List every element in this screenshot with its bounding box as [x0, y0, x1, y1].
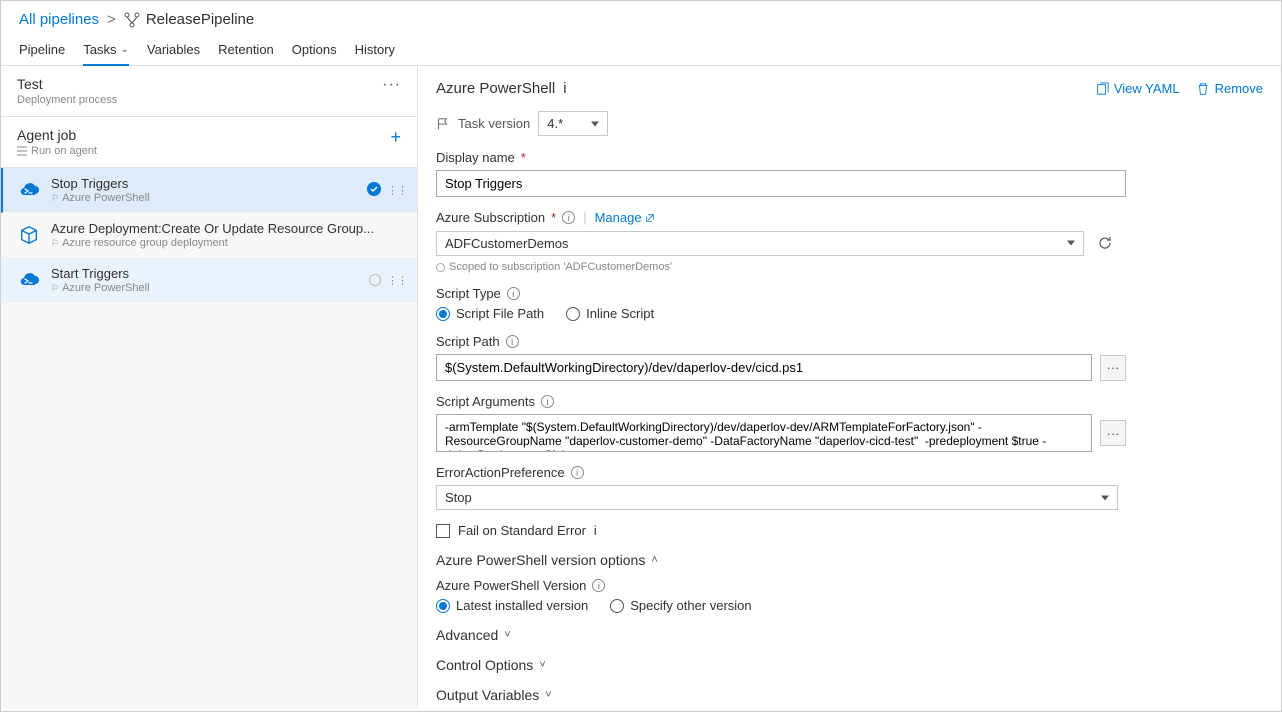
- stage-sub: Deployment process: [17, 94, 117, 106]
- radio-specify-version[interactable]: Specify other version: [610, 598, 751, 613]
- drag-handle[interactable]: ⋮⋮: [387, 274, 407, 287]
- chevron-down-icon: ˅: [539, 659, 545, 671]
- check-icon: [367, 182, 381, 199]
- info-icon[interactable]: i: [541, 395, 554, 408]
- task-sub: ⚐Azure PowerShell: [51, 192, 367, 204]
- browse-button[interactable]: ···: [1100, 355, 1126, 381]
- error-pref-label: ErrorActionPreference: [436, 465, 565, 480]
- tab-tasks[interactable]: Tasks⌄: [83, 36, 129, 65]
- job-sub: Run on agent: [17, 145, 97, 157]
- status-ring-icon: [369, 274, 381, 286]
- manage-link[interactable]: Manage: [595, 210, 655, 225]
- task-name: Azure Deployment:Create Or Update Resour…: [51, 221, 407, 236]
- info-icon[interactable]: i: [592, 579, 605, 592]
- add-task-button[interactable]: +: [390, 127, 401, 148]
- fail-on-stderr-checkbox[interactable]: [436, 524, 450, 538]
- info-icon[interactable]: i: [563, 80, 566, 97]
- panel-title: Azure PowerShell i: [436, 80, 567, 97]
- subscription-label: Azure Subscription: [436, 210, 545, 225]
- breadcrumb-all-pipelines[interactable]: All pipelines: [19, 11, 99, 28]
- trash-icon: [1196, 82, 1210, 96]
- section-control-options[interactable]: Control Options˅: [436, 657, 1263, 673]
- section-version-options[interactable]: Azure PowerShell version options˄: [436, 552, 1263, 568]
- task-row-azure-deployment[interactable]: Azure Deployment:Create Or Update Resour…: [1, 213, 417, 258]
- radio-script-file-path[interactable]: Script File Path: [436, 306, 544, 321]
- script-args-input[interactable]: [436, 414, 1092, 452]
- tab-variables[interactable]: Variables: [147, 36, 200, 65]
- script-type-label: Script Type: [436, 286, 501, 301]
- copy-icon: [1095, 82, 1109, 96]
- radio-latest-version[interactable]: Latest installed version: [436, 598, 588, 613]
- subscription-select[interactable]: ADFCustomerDemos: [436, 231, 1084, 256]
- section-advanced[interactable]: Advanced˅: [436, 627, 1263, 643]
- script-path-label: Script Path: [436, 334, 500, 349]
- error-pref-select[interactable]: Stop: [436, 485, 1118, 510]
- powershell-icon: [17, 268, 41, 292]
- stage-menu-button[interactable]: ···: [382, 76, 401, 94]
- display-name-input[interactable]: [436, 170, 1126, 197]
- task-row-start-triggers[interactable]: Start Triggers ⚐Azure PowerShell ⋮⋮: [1, 258, 417, 303]
- remove-button[interactable]: Remove: [1196, 81, 1263, 96]
- browse-button[interactable]: ···: [1100, 420, 1126, 446]
- pipeline-icon: [124, 12, 140, 28]
- view-yaml-button[interactable]: View YAML: [1095, 81, 1180, 96]
- task-sub: ⚐Azure resource group deployment: [51, 237, 407, 249]
- job-header[interactable]: Agent job Run on agent +: [1, 117, 417, 168]
- task-version-select[interactable]: 4.*: [538, 111, 608, 136]
- script-args-label: Script Arguments: [436, 394, 535, 409]
- display-name-label: Display name: [436, 150, 515, 165]
- fail-on-stderr-label: Fail on Standard Error: [458, 523, 586, 538]
- scoped-info: Scoped to subscription 'ADFCustomerDemos…: [436, 261, 1263, 273]
- info-icon[interactable]: i: [571, 466, 584, 479]
- chevron-down-icon: ⌄: [121, 44, 129, 55]
- chevron-up-icon: ˄: [651, 554, 657, 566]
- task-name: Stop Triggers: [51, 176, 367, 191]
- tab-history[interactable]: History: [355, 36, 395, 65]
- flag-icon: [436, 117, 450, 131]
- section-output-variables[interactable]: Output Variables˅: [436, 687, 1263, 703]
- breadcrumb: All pipelines > ReleasePipeline: [1, 1, 1281, 32]
- job-name: Agent job: [17, 127, 97, 143]
- info-icon[interactable]: i: [562, 211, 575, 224]
- chevron-down-icon: ˅: [504, 629, 510, 641]
- info-icon[interactable]: i: [507, 287, 520, 300]
- info-icon[interactable]: i: [506, 335, 519, 348]
- external-link-icon: [645, 213, 655, 223]
- tab-retention[interactable]: Retention: [218, 36, 274, 65]
- resource-group-icon: [17, 223, 41, 247]
- chevron-down-icon: ˅: [545, 689, 551, 701]
- tabs-bar: Pipeline Tasks⌄ Variables Retention Opti…: [1, 32, 1281, 66]
- task-details-panel: Azure PowerShell i View YAML Remove Task…: [418, 66, 1281, 708]
- list-icon: [17, 146, 27, 156]
- stage-header[interactable]: Test Deployment process ···: [1, 66, 417, 117]
- drag-handle[interactable]: ⋮⋮: [387, 184, 407, 197]
- tab-options[interactable]: Options: [292, 36, 337, 65]
- radio-inline-script[interactable]: Inline Script: [566, 306, 654, 321]
- task-sub: ⚐Azure PowerShell: [51, 282, 369, 294]
- info-icon[interactable]: i: [594, 523, 597, 538]
- ps-version-label: Azure PowerShell Version: [436, 578, 586, 593]
- task-version-label: Task version: [458, 116, 530, 131]
- breadcrumb-current: ReleasePipeline: [146, 11, 254, 28]
- breadcrumb-sep: >: [107, 11, 116, 28]
- left-panel: Test Deployment process ··· Agent job Ru…: [1, 66, 418, 708]
- refresh-button[interactable]: [1092, 230, 1118, 256]
- task-name: Start Triggers: [51, 266, 369, 281]
- powershell-icon: [17, 178, 41, 202]
- task-row-stop-triggers[interactable]: Stop Triggers ⚐Azure PowerShell ⋮⋮: [1, 168, 417, 213]
- stage-name: Test: [17, 76, 117, 92]
- script-path-input[interactable]: [436, 354, 1092, 381]
- tab-pipeline[interactable]: Pipeline: [19, 36, 65, 65]
